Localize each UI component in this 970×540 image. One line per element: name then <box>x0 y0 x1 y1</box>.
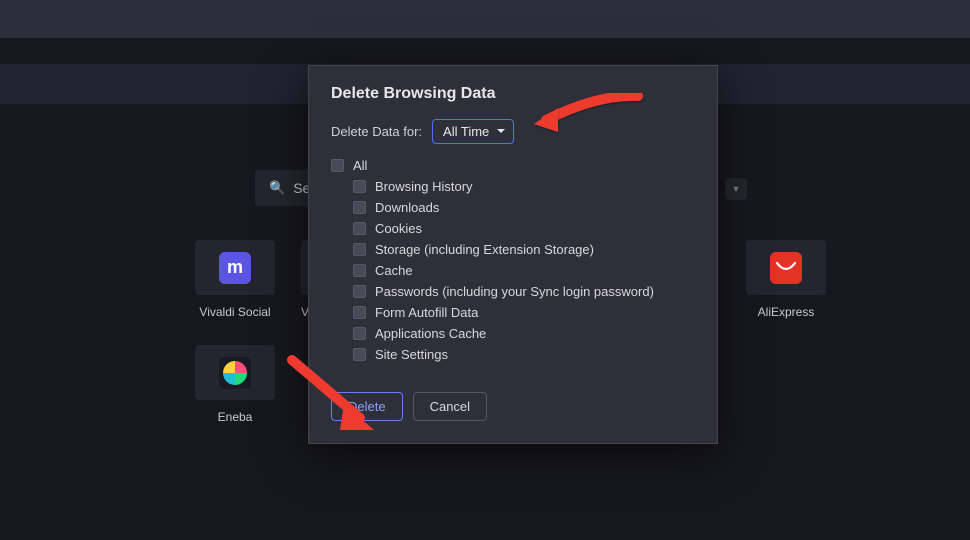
checkbox-label: All <box>353 158 367 173</box>
mastodon-icon: m <box>219 252 251 284</box>
checkbox-icon <box>353 348 366 361</box>
checkbox-label: Passwords (including your Sync login pas… <box>375 284 654 299</box>
dial-label: Eneba <box>218 410 253 424</box>
checkbox-icon <box>331 159 344 172</box>
toolbar-gap <box>0 38 970 64</box>
dial-eneba[interactable]: Eneba <box>195 345 275 424</box>
checkbox-site-settings[interactable]: Site Settings <box>353 347 695 362</box>
checkbox-icon <box>353 180 366 193</box>
chevron-down-icon <box>497 129 505 133</box>
checkbox-label: Cache <box>375 263 413 278</box>
search-icon: 🔍 <box>269 180 285 196</box>
checkbox-icon <box>353 201 366 214</box>
checkbox-icon <box>353 327 366 340</box>
aliexpress-icon <box>770 252 802 284</box>
checkbox-label: Storage (including Extension Storage) <box>375 242 594 257</box>
checkbox-browsing-history[interactable]: Browsing History <box>353 179 695 194</box>
cancel-button[interactable]: Cancel <box>413 392 487 421</box>
checkbox-label: Cookies <box>375 221 422 236</box>
checkbox-downloads[interactable]: Downloads <box>353 200 695 215</box>
eneba-icon <box>219 357 251 389</box>
time-range-select[interactable]: All Time <box>432 119 514 144</box>
checkbox-icon <box>353 243 366 256</box>
time-range-value: All Time <box>443 124 489 139</box>
dial-label: Vivaldi Social <box>199 305 270 319</box>
delete-button[interactable]: Delete <box>331 392 403 421</box>
checkbox-icon <box>353 222 366 235</box>
checkbox-label: Site Settings <box>375 347 448 362</box>
delete-browsing-data-dialog: Delete Browsing Data Delete Data for: Al… <box>308 65 718 444</box>
checkbox-icon <box>353 306 366 319</box>
checkbox-label: Form Autofill Data <box>375 305 478 320</box>
dial-label: AliExpress <box>758 305 815 319</box>
checkbox-label: Browsing History <box>375 179 473 194</box>
checkbox-label: Downloads <box>375 200 439 215</box>
checkbox-passwords[interactable]: Passwords (including your Sync login pas… <box>353 284 695 299</box>
checkbox-storage[interactable]: Storage (including Extension Storage) <box>353 242 695 257</box>
time-range-label: Delete Data for: <box>331 124 422 139</box>
checkbox-applications-cache[interactable]: Applications Cache <box>353 326 695 341</box>
speed-dial-grid: m Vivaldi Social Eneba V <box>195 240 319 424</box>
dropdown-caret-icon[interactable]: ▾ <box>725 178 747 200</box>
checkbox-form-autofill[interactable]: Form Autofill Data <box>353 305 695 320</box>
checkbox-icon <box>353 285 366 298</box>
dial-vivaldi-social[interactable]: m Vivaldi Social <box>195 240 275 319</box>
top-toolbar <box>0 0 970 38</box>
dial-aliexpress[interactable]: AliExpress <box>746 240 826 319</box>
checkbox-label: Applications Cache <box>375 326 486 341</box>
checkbox-cache[interactable]: Cache <box>353 263 695 278</box>
checkbox-icon <box>353 264 366 277</box>
checkbox-cookies[interactable]: Cookies <box>353 221 695 236</box>
dialog-title: Delete Browsing Data <box>331 85 695 103</box>
checkbox-all[interactable]: All <box>331 158 695 173</box>
